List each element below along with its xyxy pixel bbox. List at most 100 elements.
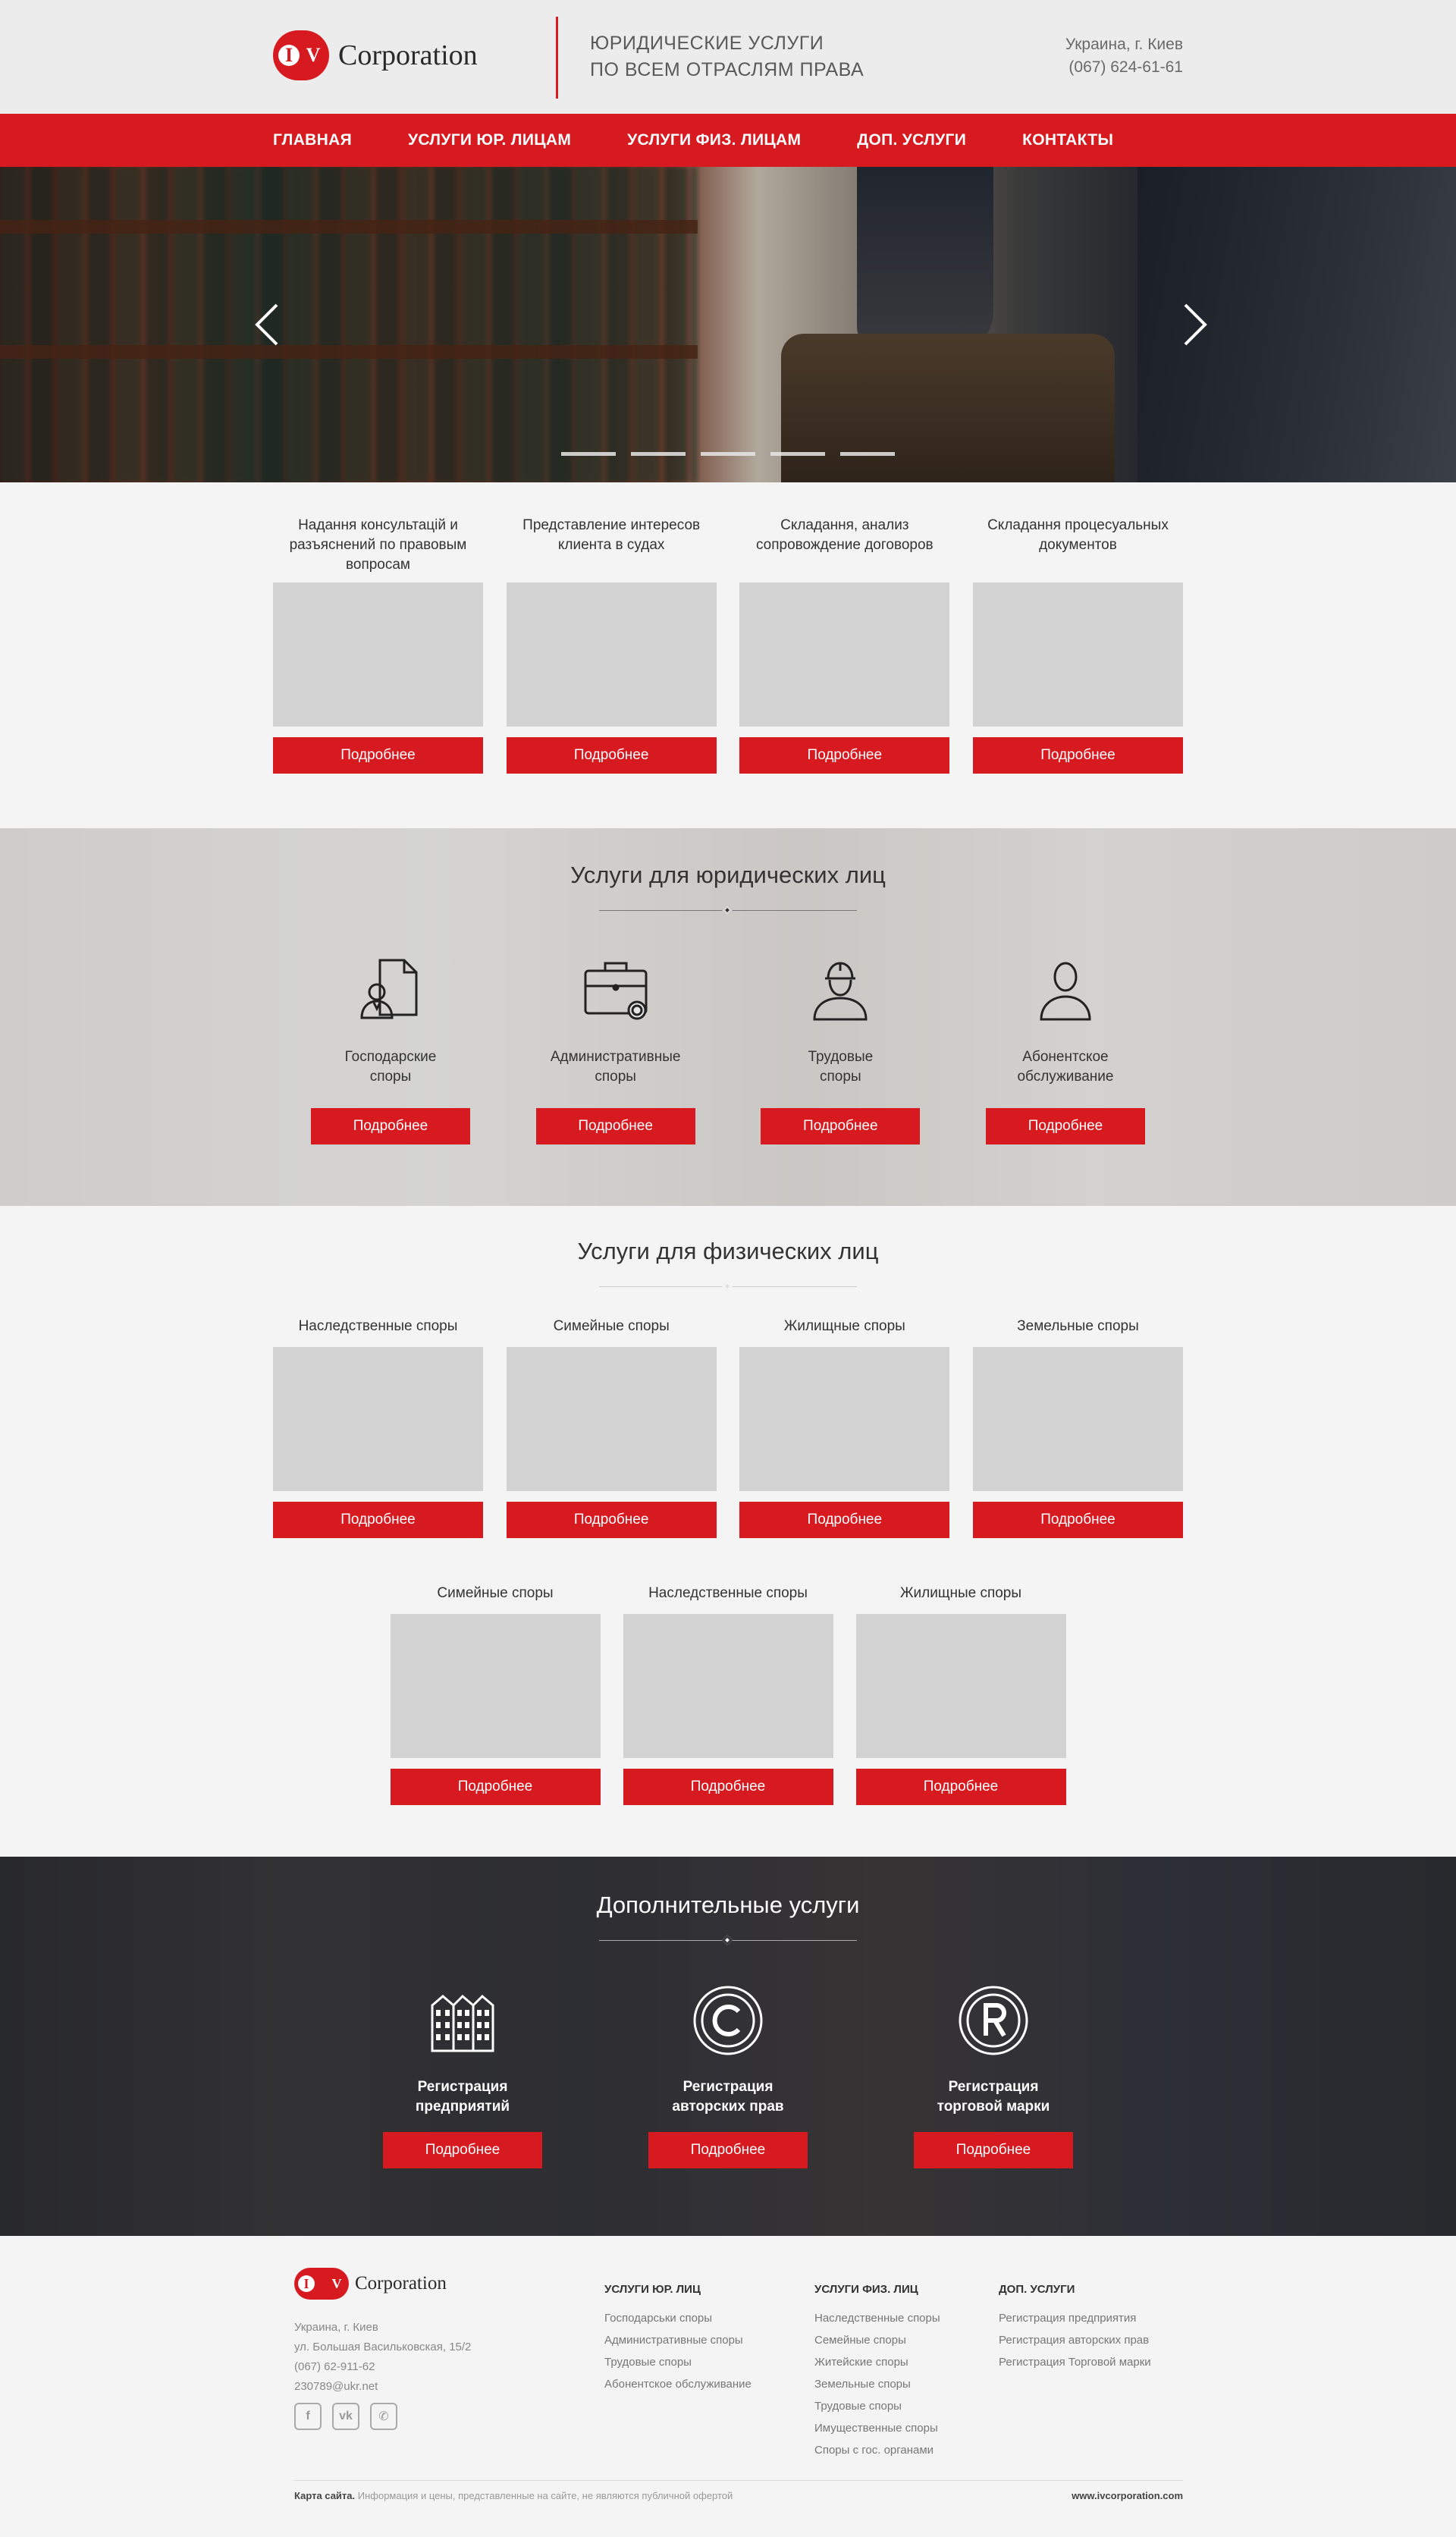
legal-service-item: Господарские споры Подробнее	[311, 953, 470, 1144]
service-card-image	[506, 1347, 717, 1491]
copyright-icon	[693, 1986, 763, 2055]
hero-arm	[857, 167, 993, 356]
facebook-icon[interactable]: f	[294, 2403, 322, 2430]
label-line: Трудовые	[808, 1049, 874, 1065]
service-card-title: Надання консультацій и разъяснений по пр…	[289, 517, 467, 573]
worker-helmet-icon	[813, 962, 868, 1021]
legal-service-label: Трудовые споры	[761, 1047, 920, 1088]
footer-link[interactable]: Имущественные споры	[814, 2417, 940, 2439]
footer-col-extra: ДОП. УСЛУГИ Регистрация предприятия Реги…	[999, 2281, 1151, 2373]
footer-email[interactable]: 230789@ukr.net	[294, 2377, 471, 2397]
footer-col-legal: УСЛУГИ ЮР. ЛИЦ Господарськи споры Админи…	[604, 2281, 752, 2395]
extra-service-item: Регистрация торговой марки Подробнее	[914, 1984, 1073, 2168]
details-button[interactable]: Подробнее	[273, 1502, 483, 1538]
footer-link[interactable]: Административные споры	[604, 2329, 752, 2351]
footer-domain[interactable]: www.ivcorporation.com	[1072, 2490, 1183, 2501]
legal-service-label: Административные споры	[536, 1047, 695, 1088]
legal-service-label: Абонентское обслуживание	[986, 1047, 1145, 1088]
nav-item-home[interactable]: ГЛАВНАЯ	[273, 131, 352, 149]
details-button[interactable]: Подробнее	[761, 1108, 921, 1144]
site-header: I V Corporation ЮРИДИЧЕСКИЕ УСЛУГИ ПО ВС…	[0, 0, 1456, 114]
site-logo[interactable]: I V Corporation	[273, 30, 478, 80]
footer-logo[interactable]: I V Corporation	[294, 2268, 447, 2300]
extra-service-label: Регистрация предприятий	[383, 2077, 542, 2118]
tagline-line: ПО ВСЕМ ОТРАСЛЯМ ПРАВА	[590, 59, 864, 80]
label-line: Абонентское	[1022, 1049, 1109, 1065]
details-button[interactable]: Подробнее	[390, 1769, 601, 1805]
details-button[interactable]: Подробнее	[311, 1108, 470, 1144]
details-button[interactable]: Подробнее	[535, 1108, 695, 1144]
service-card: Наследственные споры Подробнее	[623, 1573, 833, 1805]
legal-service-item: Административные споры Подробнее	[535, 953, 695, 1144]
nav-item-physical[interactable]: УСЛУГИ ФИЗ. ЛИЦАМ	[627, 131, 801, 149]
footer-link[interactable]: Трудовые споры	[814, 2395, 940, 2417]
footer-link[interactable]: Регистрация предприятия	[999, 2307, 1151, 2329]
details-button[interactable]: Подробнее	[855, 1769, 1066, 1805]
details-button[interactable]: Подробнее	[914, 2132, 1073, 2168]
slider-dot[interactable]	[770, 452, 825, 456]
logo-text: Corporation	[338, 39, 478, 71]
footer-link[interactable]: Абонентское обслуживание	[604, 2373, 752, 2395]
details-button[interactable]: Подробнее	[506, 1502, 717, 1538]
viber-icon[interactable]: ✆	[370, 2403, 397, 2430]
logo-letter-i: I	[278, 44, 300, 66]
service-card-title: Симейные споры	[437, 1585, 554, 1601]
section-title: Дополнительные услуги	[596, 1892, 860, 1918]
slider-next-button[interactable]	[1172, 302, 1218, 347]
header-tagline: ЮРИДИЧЕСКИЕ УСЛУГИ ПО ВСЕМ ОТРАСЛЯМ ПРАВ…	[590, 30, 864, 83]
nav-item-legal[interactable]: УСЛУГИ ЮР. ЛИЦАМ	[408, 131, 571, 149]
service-card: Наследственные споры Подробнее	[273, 1306, 483, 1538]
details-button[interactable]: Подробнее	[972, 1502, 1183, 1538]
details-button[interactable]: Подробнее	[623, 1769, 833, 1805]
details-button[interactable]: Подробнее	[985, 1108, 1145, 1144]
slider-dot[interactable]	[840, 452, 895, 456]
vk-icon[interactable]: vk	[332, 2403, 359, 2430]
footer-link[interactable]: Трудовые споры	[604, 2351, 752, 2373]
footer-link[interactable]: Наследственные споры	[814, 2307, 940, 2329]
logo-letter-v: V	[331, 2275, 342, 2291]
slider-dot[interactable]	[701, 452, 755, 456]
nav-item-extra[interactable]: ДОП. УСЛУГИ	[857, 131, 966, 149]
slider-dot[interactable]	[631, 452, 686, 456]
slider-prev-button[interactable]	[244, 302, 290, 347]
main-services-section: Надання консультацій и разъяснений по пр…	[0, 482, 1456, 828]
person-icon	[1040, 962, 1091, 1021]
header-phone[interactable]: (067) 624-61-61	[1065, 56, 1183, 79]
footer-link[interactable]: Регистрация Торговой марки	[999, 2351, 1151, 2373]
footer-link[interactable]: Господарськи споры	[604, 2307, 752, 2329]
service-card-title: Жилищные споры	[899, 1585, 1022, 1601]
details-button[interactable]: Подробнее	[383, 2132, 542, 2168]
details-button[interactable]: Подробнее	[506, 737, 717, 774]
sitemap-link[interactable]: Карта сайта.	[294, 2490, 355, 2501]
footer-col-title: УСЛУГИ ЮР. ЛИЦ	[604, 2283, 701, 2296]
service-card-image	[506, 582, 717, 727]
details-button[interactable]: Подробнее	[739, 737, 950, 774]
footer-link[interactable]: Споры с гос. органами	[814, 2439, 940, 2461]
address-line: ул. Большая Васильковская, 15/2	[294, 2341, 472, 2353]
details-button[interactable]: Подробнее	[972, 737, 1183, 774]
footer-disclaimer: Карта сайта. Информация и цены, представ…	[294, 2490, 733, 2501]
slider-dots	[561, 452, 910, 456]
hero-shelf	[0, 345, 698, 359]
extra-service-label: Регистрация торговой марки	[914, 2077, 1073, 2118]
details-button[interactable]: Подробнее	[273, 737, 483, 774]
legal-service-item: Абонентское обслуживание Подробнее	[985, 953, 1145, 1144]
footer-phone[interactable]: (067) 62-911-62	[294, 2357, 471, 2377]
details-button[interactable]: Подробнее	[648, 2132, 808, 2168]
footer-link[interactable]: Житейские споры	[814, 2351, 940, 2373]
footer-link[interactable]: Семейные споры	[814, 2329, 940, 2351]
registered-icon	[959, 1986, 1028, 2055]
extra-service-item: Регистрация авторских прав Подробнее	[648, 1984, 808, 2168]
details-button[interactable]: Подробнее	[739, 1502, 950, 1538]
header-contact: Украина, г. Киев (067) 624-61-61	[1065, 33, 1183, 79]
footer-link[interactable]: Регистрация авторских прав	[999, 2329, 1151, 2351]
section-divider	[599, 904, 857, 916]
service-card-image	[739, 1347, 950, 1491]
section-title: Услуги для физических лиц	[577, 1238, 879, 1264]
logo-text: Corporation	[355, 2273, 447, 2294]
section-title: Услуги для юридических лиц	[570, 862, 886, 888]
footer-link[interactable]: Земельные споры	[814, 2373, 940, 2395]
slider-dot[interactable]	[561, 452, 616, 456]
service-card-image	[623, 1614, 833, 1758]
nav-item-contacts[interactable]: КОНТАКТЫ	[1022, 131, 1113, 149]
